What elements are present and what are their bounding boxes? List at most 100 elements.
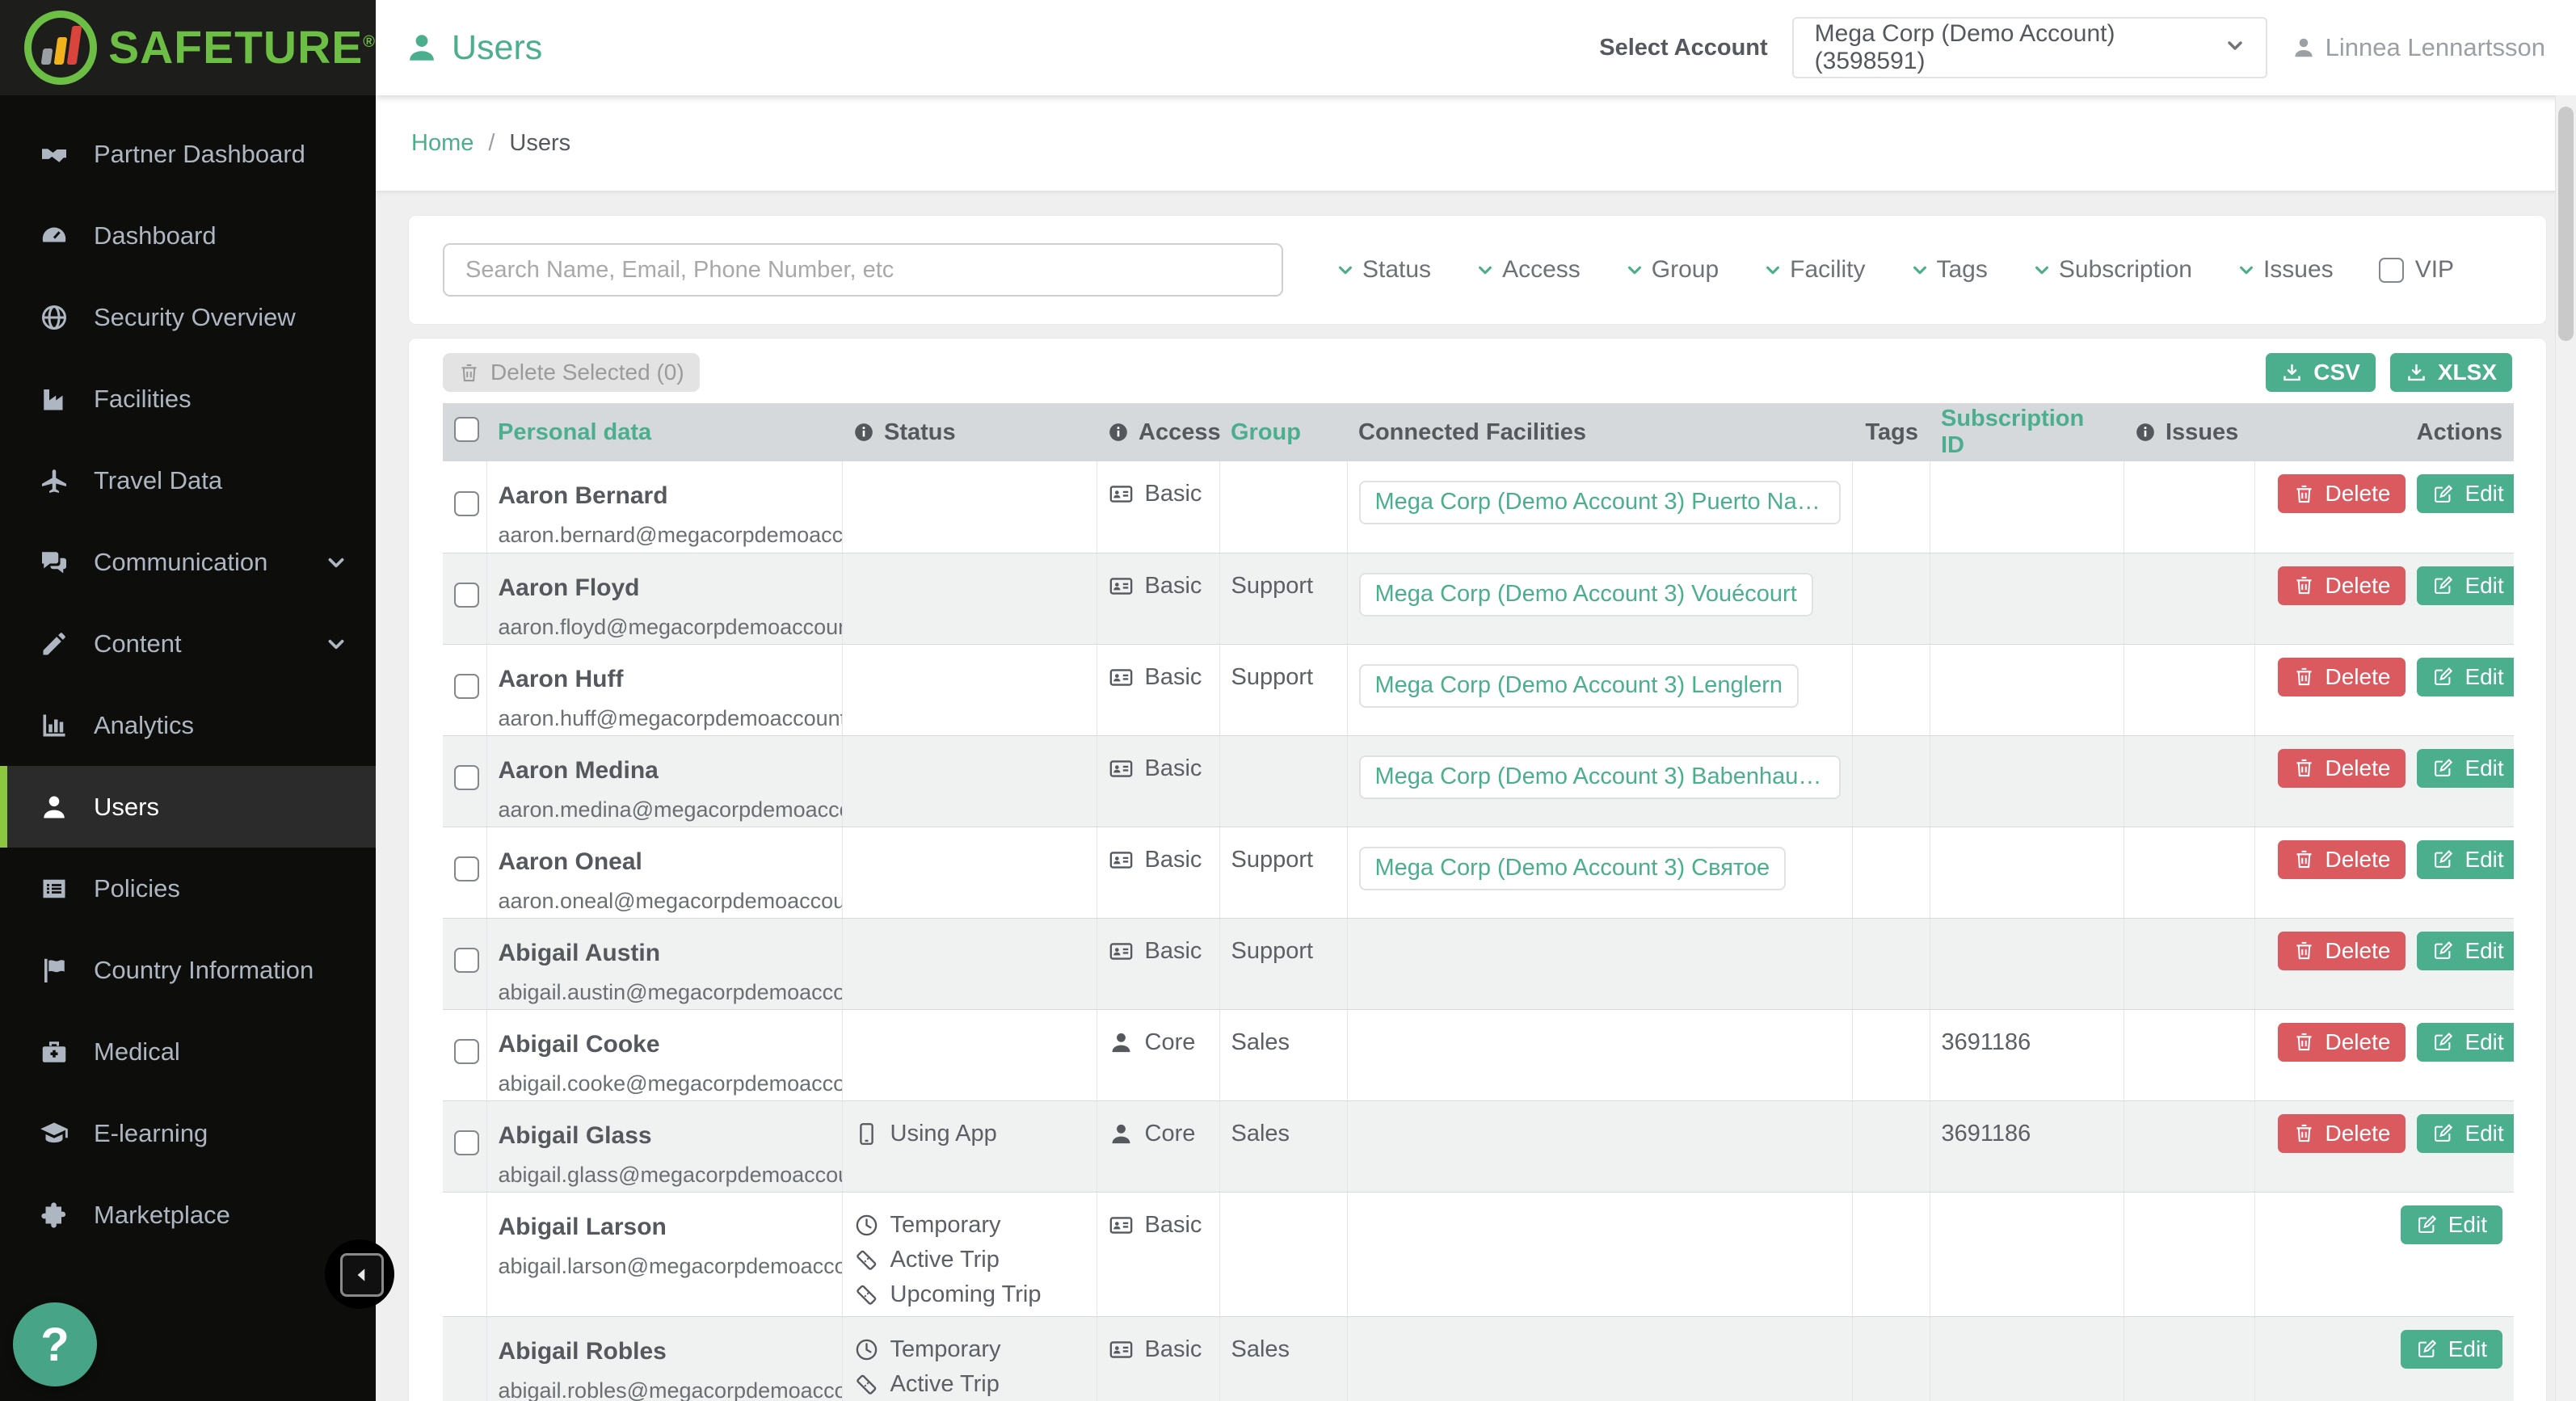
- actions-cell: Delete Edit: [2254, 735, 2514, 827]
- chevron-down-icon: [1764, 261, 1782, 279]
- row-checkbox[interactable]: [454, 674, 479, 699]
- page-scrollbar[interactable]: [2555, 95, 2576, 1401]
- status-label: Active Trip: [890, 1247, 1000, 1273]
- facility-chip[interactable]: Mega Corp (Demo Account 3) Lenglern: [1359, 664, 1799, 708]
- sidebar-item-communication[interactable]: Communication: [0, 521, 376, 603]
- edit-button[interactable]: Edit: [2417, 840, 2514, 879]
- edit-button[interactable]: Edit: [2417, 749, 2514, 788]
- row-checkbox[interactable]: [454, 948, 479, 973]
- sidebar-item-policies[interactable]: Policies: [0, 848, 376, 929]
- filter-tags[interactable]: Tags: [1911, 256, 1988, 284]
- breadcrumb-home-link[interactable]: Home: [411, 130, 474, 157]
- tags-cell: [1852, 1009, 1930, 1100]
- delete-button[interactable]: Delete: [2278, 658, 2406, 696]
- issues-cell: [2124, 461, 2254, 553]
- filter-subscription[interactable]: Subscription: [2033, 256, 2192, 284]
- comments-icon: [36, 548, 73, 577]
- facility-chip[interactable]: Mega Corp (Demo Account 3) Puerto Natale…: [1359, 481, 1841, 524]
- access-cell: Basic: [1096, 918, 1219, 1009]
- search-input[interactable]: [443, 243, 1283, 297]
- facility-chip[interactable]: Mega Corp (Demo Account 3) Святое: [1359, 847, 1787, 890]
- access-cell: Core: [1096, 1100, 1219, 1192]
- filter-group[interactable]: Group: [1626, 256, 1719, 284]
- table-row: Aaron Onealaaron.oneal@megacorpdemoaccou…: [443, 827, 2514, 918]
- sidebar-item-e-learning[interactable]: E-learning: [0, 1092, 376, 1174]
- delete-button[interactable]: Delete: [2278, 749, 2406, 788]
- sidebar-item-security-overview[interactable]: Security Overview: [0, 276, 376, 358]
- help-button[interactable]: ?: [13, 1302, 97, 1386]
- delete-button[interactable]: Delete: [2278, 1023, 2406, 1062]
- delete-button[interactable]: Delete: [2278, 840, 2406, 879]
- breadcrumb-current: Users: [509, 130, 570, 157]
- facility-chip[interactable]: Mega Corp (Demo Account 3) Vouécourt: [1359, 573, 1813, 616]
- delete-button[interactable]: Delete: [2278, 566, 2406, 605]
- filter-facility[interactable]: Facility: [1764, 256, 1865, 284]
- edit-button[interactable]: Edit: [2417, 658, 2514, 696]
- account-select[interactable]: Mega Corp (Demo Account) (3598591): [1792, 17, 2267, 78]
- sidebar-item-analytics[interactable]: Analytics: [0, 684, 376, 766]
- sidebar-collapse-button[interactable]: [340, 1253, 384, 1297]
- ticket-icon: [854, 1282, 879, 1307]
- filter-status[interactable]: Status: [1336, 256, 1431, 284]
- sidebar-item-marketplace[interactable]: Marketplace: [0, 1174, 376, 1256]
- scrollbar-thumb[interactable]: [2558, 107, 2574, 341]
- registered-mark: ®: [363, 33, 376, 51]
- row-checkbox[interactable]: [454, 856, 479, 881]
- sidebar-item-content[interactable]: Content: [0, 603, 376, 684]
- sidebar-item-travel-data[interactable]: Travel Data: [0, 440, 376, 521]
- edit-button[interactable]: Edit: [2417, 1114, 2514, 1153]
- current-user[interactable]: Linnea Lennartsson: [2292, 33, 2545, 62]
- row-checkbox[interactable]: [454, 1039, 479, 1064]
- export-csv-button[interactable]: CSV: [2266, 353, 2376, 392]
- user-icon: [1109, 1030, 1134, 1055]
- edit-button[interactable]: Edit: [2401, 1205, 2502, 1244]
- select-all-checkbox[interactable]: [454, 417, 479, 442]
- edit-button[interactable]: Edit: [2401, 1330, 2502, 1369]
- actions-cell: Delete Edit: [2254, 1100, 2514, 1192]
- delete-button[interactable]: Delete: [2278, 474, 2406, 513]
- sidebar-item-medical[interactable]: Medical: [0, 1011, 376, 1092]
- edit-button[interactable]: Edit: [2417, 566, 2514, 605]
- column-header-personal-data[interactable]: Personal data: [486, 403, 842, 461]
- sidebar-item-facilities[interactable]: Facilities: [0, 358, 376, 440]
- delete-button[interactable]: Delete: [2278, 932, 2406, 970]
- row-checkbox[interactable]: [454, 583, 479, 608]
- info-icon: [853, 422, 874, 443]
- row-checkbox[interactable]: [454, 1130, 479, 1155]
- subscription-id-cell: [1930, 918, 2124, 1009]
- filter-access[interactable]: Access: [1476, 256, 1581, 284]
- edit-button[interactable]: Edit: [2417, 474, 2514, 513]
- actions-cell: Delete Edit: [2254, 1009, 2514, 1100]
- edit-button[interactable]: Edit: [2417, 932, 2514, 970]
- filter-issues[interactable]: Issues: [2237, 256, 2334, 284]
- column-header-subscription-id[interactable]: Subscription ID: [1930, 403, 2124, 461]
- access-level-label: Basic: [1145, 755, 1202, 782]
- sidebar-item-country-information[interactable]: Country Information: [0, 929, 376, 1011]
- column-header-status: Status: [842, 403, 1096, 461]
- info-icon: [2135, 422, 2156, 443]
- vip-checkbox[interactable]: [2379, 258, 2404, 283]
- table-row: Aaron Floydaaron.floyd@megacorpdemoaccou…: [443, 553, 2514, 644]
- app-window: SAFETURE® Partner DashboardDashboardSecu…: [0, 0, 2576, 1401]
- column-header-label: Tags: [1865, 419, 1918, 446]
- delete-selected-button[interactable]: Delete Selected (0): [443, 353, 700, 392]
- row-checkbox[interactable]: [454, 491, 479, 516]
- access-cell: Basic: [1096, 644, 1219, 735]
- edit-button[interactable]: Edit: [2417, 1023, 2514, 1062]
- export-xlsx-button[interactable]: XLSX: [2390, 353, 2512, 392]
- subscription-id-cell: [1930, 1192, 2124, 1316]
- facility-chip[interactable]: Mega Corp (Demo Account 3) Babenhausen: [1359, 755, 1841, 799]
- tags-cell: [1852, 644, 1930, 735]
- sidebar-item-partner-dashboard[interactable]: Partner Dashboard: [0, 113, 376, 195]
- group-cell: [1219, 735, 1347, 827]
- column-header-group[interactable]: Group: [1219, 403, 1347, 461]
- tags-cell: [1852, 553, 1930, 644]
- edit-icon: [2432, 848, 2454, 870]
- sidebar-item-dashboard[interactable]: Dashboard: [0, 195, 376, 276]
- user-name: Abigail Cooke: [499, 1031, 831, 1058]
- sidebar-item-users[interactable]: Users: [0, 766, 376, 848]
- delete-button[interactable]: Delete: [2278, 1114, 2406, 1153]
- actions-cell: Delete Edit: [2254, 827, 2514, 918]
- row-checkbox[interactable]: [454, 765, 479, 790]
- access-level-label: Basic: [1145, 1212, 1202, 1239]
